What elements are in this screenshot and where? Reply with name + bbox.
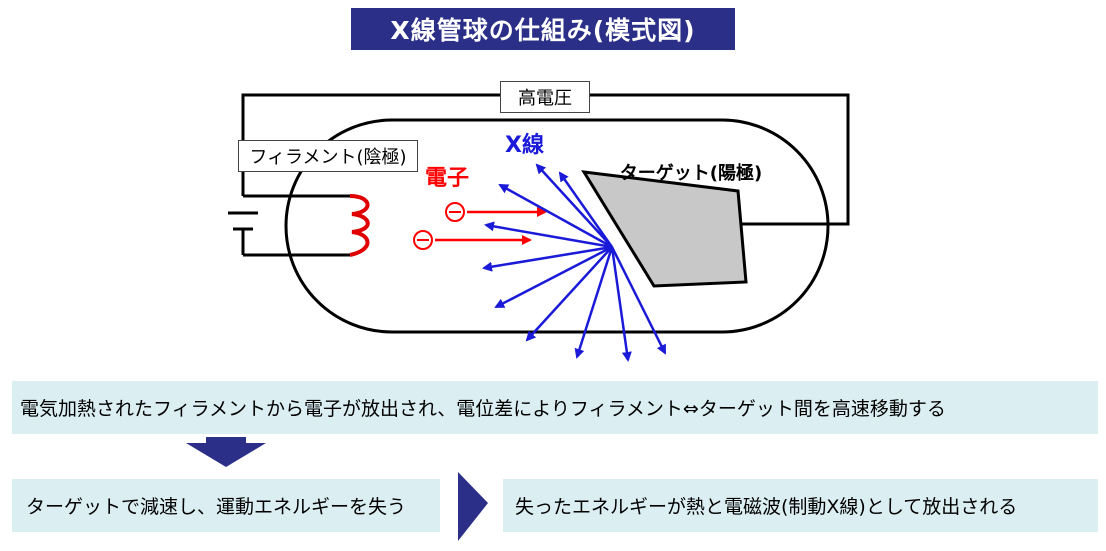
- down-arrow-shaft: [206, 437, 246, 445]
- step-3-text: 失ったエネルギーが熱と電磁波(制動X線)として放出される: [503, 479, 1098, 532]
- step-1-text: 電気加熱されたフィラメントから電子が放出され、電位差によりフィラメント⇔ターゲッ…: [12, 381, 1098, 434]
- xray-arrow: [525, 246, 613, 342]
- filament-label: フィラメント(陰極): [238, 140, 418, 172]
- right-arrow: [458, 472, 488, 541]
- step-2-text: ターゲットで減速し、運動エネルギーを失う: [12, 479, 440, 532]
- down-arrow: [186, 443, 266, 467]
- high-voltage-label: 高電圧: [500, 81, 590, 113]
- electron-label: 電子: [425, 166, 470, 191]
- xray-label: X線: [505, 133, 544, 158]
- target-label: ターゲット(陽極): [619, 163, 763, 184]
- target-anode: [581, 170, 748, 288]
- filament-coil: [349, 194, 370, 257]
